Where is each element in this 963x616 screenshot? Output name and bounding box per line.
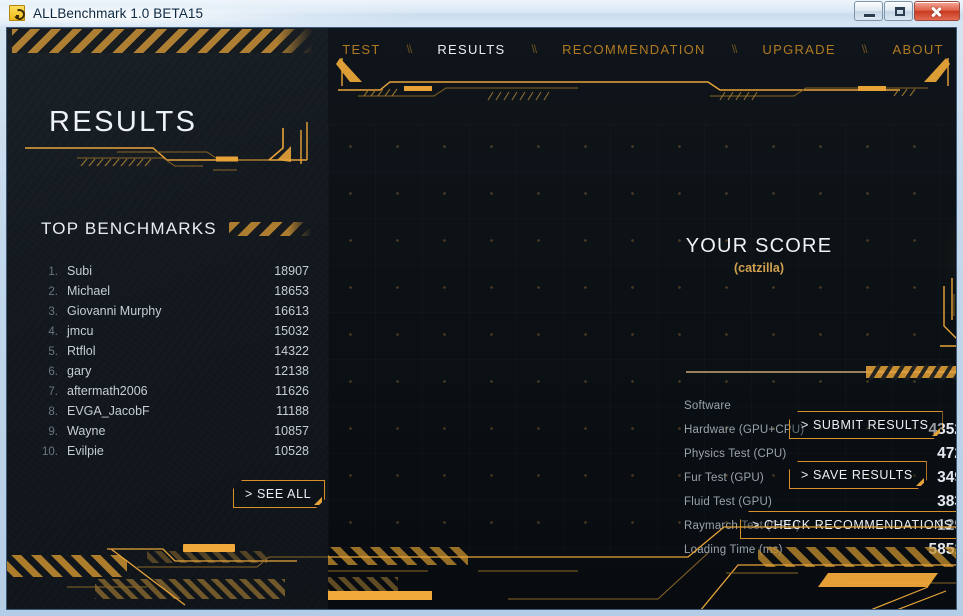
- window-controls: [854, 1, 960, 21]
- benchmark-name: Michael: [67, 284, 111, 298]
- benchmark-row[interactable]: 2. Michael 18653: [41, 284, 309, 304]
- benchmark-rank: 10.: [42, 446, 58, 458]
- see-all-button[interactable]: > SEE ALL: [233, 480, 325, 508]
- benchmark-rank: 3.: [48, 306, 58, 318]
- benchmark-score: 14322: [274, 344, 309, 358]
- window-title: ALLBenchmark 1.0 BETA15: [33, 5, 204, 21]
- title-bar[interactable]: ALLBenchmark 1.0 BETA15: [0, 0, 963, 26]
- benchmark-row[interactable]: 7. aftermath2006 11626: [41, 384, 309, 404]
- benchmark-score: 18907: [274, 264, 309, 278]
- sidebar: RESULTS TOP BENCHMARKS 1. Subi 18907 2. …: [7, 28, 328, 609]
- top-benchmarks-header: TOP BENCHMARKS: [41, 218, 311, 240]
- application-window: ALLBenchmark 1.0 BETA15 RESULTS TOP BENC…: [0, 0, 963, 616]
- see-all-button-wrap: > SEE ALL: [233, 480, 325, 508]
- benchmark-name: Wayne: [67, 424, 106, 438]
- main-bottom-decoration: [328, 526, 956, 609]
- app-radiation-icon: [9, 5, 25, 21]
- save-results-button[interactable]: > SAVE RESULTS: [789, 461, 927, 489]
- save-results-button-wrap: > SAVE RESULTS: [789, 461, 927, 489]
- nav-item-results[interactable]: RESULTS: [431, 42, 511, 57]
- nav-separator: \\: [406, 42, 413, 56]
- benchmark-row[interactable]: 3. Giovanni Murphy 16613: [41, 304, 309, 324]
- benchmark-name: Subi: [67, 264, 93, 278]
- benchmark-row[interactable]: 5. Rtflol 14322: [41, 344, 309, 364]
- benchmark-score: 15032: [274, 324, 309, 338]
- top-benchmarks-list: 1. Subi 18907 2. Michael 18653 3. Giovanni Murp…: [41, 264, 309, 464]
- benchmark-row[interactable]: 1. Subi 18907: [41, 264, 309, 284]
- benchmark-name: Rtflol: [67, 344, 96, 358]
- nav-separator: \\: [531, 42, 537, 56]
- benchmark-row[interactable]: 9. Wayne 10857: [41, 424, 309, 444]
- sidebar-hud-decoration: [25, 122, 308, 171]
- submit-results-button[interactable]: > SUBMIT RESULTS: [789, 411, 943, 439]
- benchmark-score: 10857: [274, 424, 309, 438]
- benchmark-score: 16613: [274, 304, 309, 318]
- minimize-icon[interactable]: [854, 1, 883, 21]
- benchmark-rank: 2.: [48, 286, 58, 298]
- score-box-hud-decoration: [940, 278, 956, 347]
- benchmark-score: 10528: [274, 444, 309, 458]
- section-divider: [686, 364, 956, 380]
- nav-item-upgrade[interactable]: UPGRADE: [756, 42, 841, 57]
- benchmark-row[interactable]: 4. jmcu 15032: [41, 324, 309, 344]
- benchmark-name: Giovanni Murphy: [67, 304, 162, 318]
- section-label: TOP BENCHMARKS: [41, 219, 217, 238]
- benchmark-name: jmcu: [67, 324, 94, 338]
- benchmark-name: EVGA_JacobF: [67, 404, 150, 418]
- nav-separator: \\: [861, 42, 868, 56]
- benchmark-name: Evilpie: [67, 444, 104, 458]
- nav-item-about[interactable]: ABOUT: [886, 42, 949, 57]
- benchmark-score: 11188: [276, 404, 309, 418]
- benchmark-row[interactable]: 10. Evilpie 10528: [41, 444, 309, 464]
- benchmark-score: 12138: [274, 364, 309, 378]
- benchmark-score: 18653: [274, 284, 309, 298]
- benchmark-rank: 6.: [48, 366, 58, 378]
- close-icon[interactable]: [914, 1, 960, 21]
- benchmark-row[interactable]: 6. gary 12138: [41, 364, 309, 384]
- nav-separator: \\: [731, 42, 738, 56]
- nav-hud-border: [336, 58, 950, 101]
- hazard-stripe-top: [12, 29, 313, 53]
- nav-item-recommendation[interactable]: RECOMMENDATION: [556, 42, 712, 57]
- benchmark-score: 11626: [275, 384, 309, 398]
- main-panel: TEST \\ RESULTS \\ RECOMMENDATION \\ UPGRADE \\…: [328, 28, 956, 609]
- hazard-stripe-section: [228, 222, 311, 236]
- benchmark-rank: 1.: [48, 266, 58, 278]
- benchmark-name: aftermath2006: [67, 384, 148, 398]
- benchmark-rank: 5.: [48, 346, 58, 358]
- benchmark-row[interactable]: 8. EVGA_JacobF 11188: [41, 404, 309, 424]
- app-client-area: RESULTS TOP BENCHMARKS 1. Subi 18907 2. …: [6, 27, 957, 610]
- score-title: YOUR SCORE: [685, 235, 833, 257]
- sidebar-bottom-decoration: [7, 544, 328, 606]
- benchmark-rank: 9.: [48, 426, 58, 438]
- maximize-icon[interactable]: [884, 1, 913, 21]
- benchmark-rank: 8.: [48, 406, 58, 418]
- submit-results-button-wrap: > SUBMIT RESULTS: [789, 411, 943, 439]
- nav-item-test[interactable]: TEST: [336, 42, 386, 57]
- benchmark-rank: 7.: [48, 386, 58, 398]
- benchmark-name: gary: [67, 364, 92, 378]
- benchmark-rank: 4.: [48, 326, 58, 338]
- score-subtitle: (catzilla): [733, 261, 785, 275]
